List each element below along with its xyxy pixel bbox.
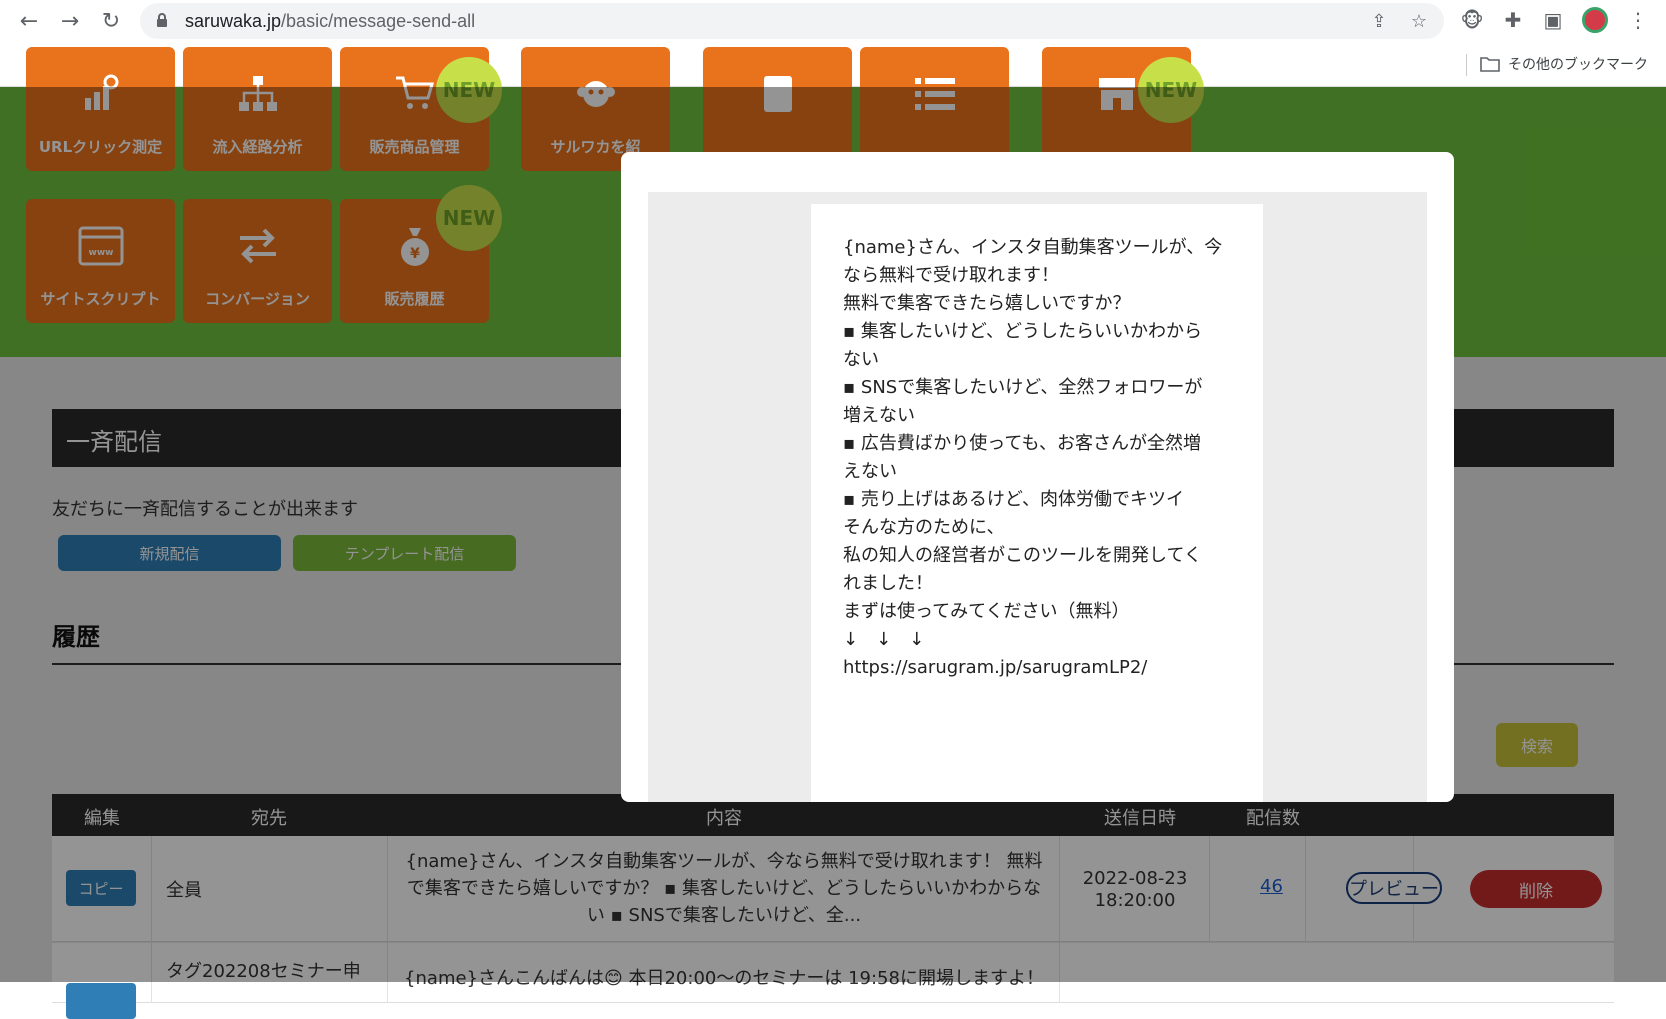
message-line: ▪ SNSで集客したいけど、全然フォロワーが xyxy=(843,377,1203,398)
folder-icon xyxy=(1480,57,1500,72)
reload-icon[interactable]: ↻ xyxy=(96,6,126,36)
side-panel-icon[interactable]: ▣ xyxy=(1539,6,1567,34)
message-preview-modal: {name}さん、インスタ自動集客ツールが、今 なら無料で受け取れます！ 無料で… xyxy=(621,152,1454,802)
message-line: そんな方のために、 xyxy=(843,517,1005,538)
share-icon[interactable]: ⇪ xyxy=(1368,10,1390,32)
message-line: まずは使ってみてください（無料） xyxy=(843,601,1130,622)
extension-monkey-icon[interactable]: 🐵 xyxy=(1458,6,1486,34)
bookmark-folder-label: その他のブックマーク xyxy=(1508,57,1648,73)
message-line: ↓ ↓ ↓ xyxy=(843,629,925,650)
message-line: えない xyxy=(843,461,897,482)
extensions-puzzle-icon[interactable]: ✚ xyxy=(1499,6,1527,34)
url-domain: saruwaka.jp xyxy=(185,11,282,31)
message-line: なら無料で受け取れます！ xyxy=(843,265,1059,286)
message-link[interactable]: https://sarugram.jp/sarugramLP2/ xyxy=(843,654,1231,682)
menu-kebab-icon[interactable]: ⋮ xyxy=(1624,6,1652,34)
message-line: 増えない xyxy=(843,405,915,426)
address-bar[interactable]: saruwaka.jp/basic/message-send-all ⇪ ☆ xyxy=(140,3,1444,39)
message-line: ▪ 売り上げはあるけど、肉体労働でキツイ xyxy=(843,489,1185,510)
lock-icon xyxy=(157,13,167,27)
message-line: れました！ xyxy=(843,573,933,594)
message-line: ▪ 広告費ばかり使っても、お客さんが全然増 xyxy=(843,433,1201,454)
message-line: 無料で集客できたら嬉しいですか？ xyxy=(843,293,1131,314)
url-path: /basic/message-send-all xyxy=(281,11,476,31)
url-text[interactable]: saruwaka.jp/basic/message-send-all xyxy=(185,11,475,32)
back-icon[interactable]: ← xyxy=(14,6,44,36)
message-card: {name}さん、インスタ自動集客ツールが、今 なら無料で受け取れます！ 無料で… xyxy=(811,204,1263,802)
message-line: ▪ 集客したいけど、どうしたらいいかわから xyxy=(843,321,1203,342)
copy-button[interactable] xyxy=(66,983,136,1019)
message-line: {name}さん、インスタ自動集客ツールが、今 xyxy=(843,237,1223,258)
bookmark-separator xyxy=(1466,54,1467,76)
message-line: ない xyxy=(843,349,879,370)
profile-avatar-icon[interactable] xyxy=(1581,6,1609,34)
star-icon[interactable]: ☆ xyxy=(1408,10,1430,32)
forward-icon[interactable]: → xyxy=(55,6,85,36)
message-line: 私の知人の経営者がこのツールを開発してく xyxy=(843,545,1202,566)
bookmark-folder-other[interactable]: その他のブックマーク xyxy=(1480,54,1648,74)
preview-background: {name}さん、インスタ自動集客ツールが、今 なら無料で受け取れます！ 無料で… xyxy=(648,192,1427,802)
